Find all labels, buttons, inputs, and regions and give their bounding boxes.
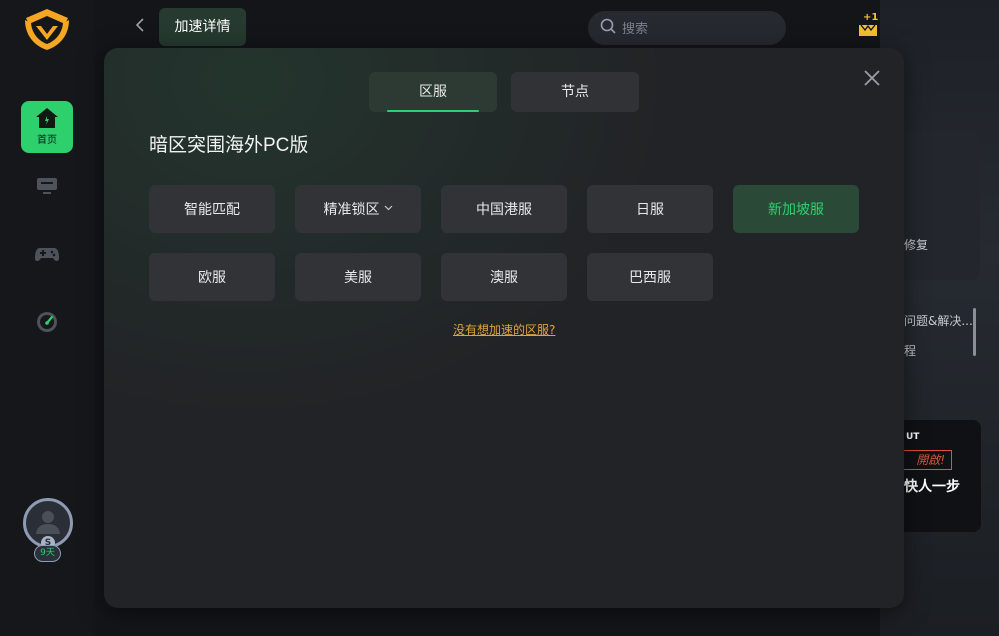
- monitor-icon: [35, 176, 59, 200]
- region-hk-button[interactable]: 中国港服: [441, 185, 567, 233]
- sidebar-item-home[interactable]: 首页: [21, 101, 73, 153]
- sidebar-item-games[interactable]: [21, 230, 73, 282]
- tab-label: 节点: [561, 84, 589, 100]
- region-europe-button[interactable]: 欧服: [149, 253, 275, 301]
- region-label: 中国港服: [476, 202, 532, 218]
- region-label: 欧服: [198, 270, 226, 286]
- search-input[interactable]: [622, 20, 772, 36]
- region-label: 日服: [636, 202, 664, 218]
- background-text-tutorial: 程: [904, 344, 917, 358]
- home-icon: [35, 107, 59, 133]
- game-title: 暗区突围海外PC版: [149, 135, 309, 156]
- region-label: 新加坡服: [768, 202, 824, 218]
- user-silhouette-icon: [33, 506, 63, 540]
- region-label: 美服: [344, 270, 372, 286]
- app-logo: [20, 6, 74, 52]
- active-tab-indicator: [387, 110, 479, 112]
- tab-label: 区服: [419, 84, 447, 100]
- search-icon: [600, 18, 616, 38]
- sidebar: 首页 S 9天: [0, 0, 94, 636]
- sidebar-item-speedtest[interactable]: [21, 298, 73, 350]
- page-tab-acceleration-details[interactable]: 加速详情: [159, 8, 246, 46]
- tab-region[interactable]: 区服: [369, 72, 497, 112]
- chevron-left-icon: [135, 17, 145, 37]
- sidebar-item-label: 首页: [37, 135, 57, 146]
- region-us-button[interactable]: 美服: [295, 253, 421, 301]
- background-text-faq: 问题&解决...: [904, 314, 973, 328]
- banner-brand: UT: [906, 432, 920, 442]
- region-singapore-button[interactable]: 新加坡服: [733, 185, 859, 233]
- speedometer-icon: [35, 310, 59, 338]
- sidebar-item-devices[interactable]: [21, 162, 73, 214]
- region-precise-lock-button[interactable]: 精准锁区: [295, 185, 421, 233]
- region-label: 智能匹配: [184, 202, 240, 218]
- background-scrollbar[interactable]: [973, 308, 976, 356]
- search-bar[interactable]: [588, 11, 786, 45]
- chevron-down-icon: [384, 204, 393, 214]
- region-japan-button[interactable]: 日服: [587, 185, 713, 233]
- gamepad-icon: [34, 244, 60, 268]
- close-icon: [863, 69, 881, 91]
- back-button[interactable]: [130, 16, 150, 38]
- gift-count-badge: +1: [863, 12, 879, 23]
- region-australia-button[interactable]: 澳服: [441, 253, 567, 301]
- background-text-repair: 修复: [904, 238, 929, 252]
- missing-region-link[interactable]: 没有想加速的区服?: [453, 321, 555, 338]
- dialog-close-button[interactable]: [860, 68, 884, 92]
- tab-node[interactable]: 节点: [511, 72, 639, 112]
- region-smart-match-button[interactable]: 智能匹配: [149, 185, 275, 233]
- region-label: 精准锁区: [323, 202, 380, 218]
- region-select-dialog: 区服 节点 暗区突围海外PC版 智能匹配 精准锁区 中国港服 日服 新加坡服 欧…: [104, 48, 904, 608]
- region-label: 巴西服: [629, 270, 671, 286]
- region-brazil-button[interactable]: 巴西服: [587, 253, 713, 301]
- membership-days: 9天: [34, 545, 61, 562]
- region-label: 澳服: [490, 270, 518, 286]
- user-avatar-area[interactable]: S 9天: [22, 498, 74, 566]
